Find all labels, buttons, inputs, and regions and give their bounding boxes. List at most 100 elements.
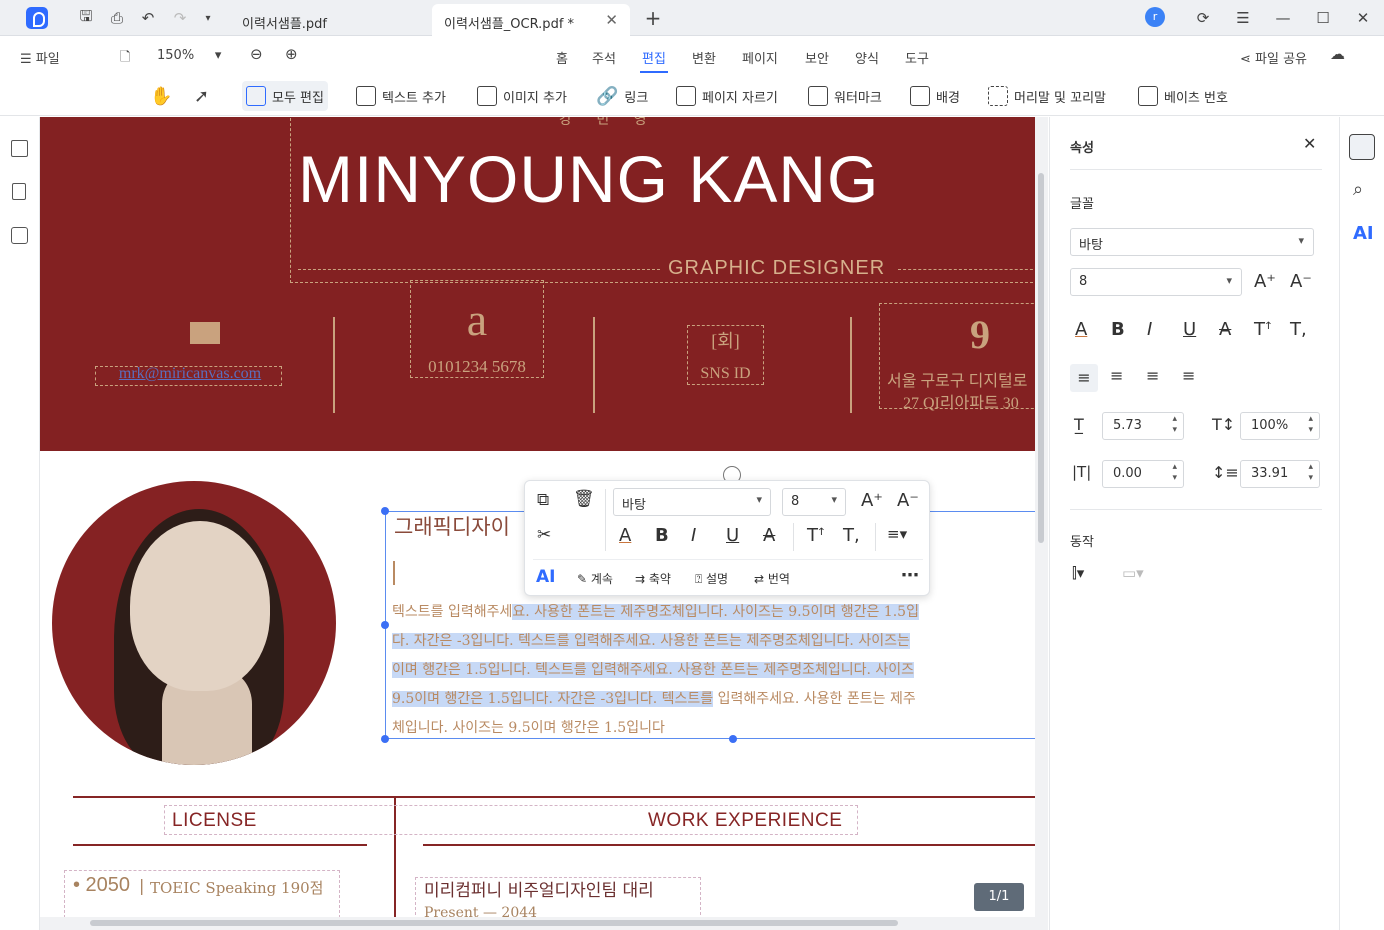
background-button[interactable]: 배경 xyxy=(906,81,964,111)
quick-access-dropdown-icon[interactable]: ▾ xyxy=(198,8,218,28)
redo-icon[interactable]: ↷ xyxy=(170,8,190,28)
menu-edit[interactable]: 편집 xyxy=(640,48,668,73)
italic-icon[interactable]: I xyxy=(691,525,696,546)
page-view-icon[interactable]: 🗋 xyxy=(120,48,130,70)
ai-translate-button[interactable]: ⇄ 번역 xyxy=(754,570,790,587)
copy-icon[interactable]: ⧉ xyxy=(537,490,549,510)
ai-continue-button[interactable]: ✎ 계속 xyxy=(577,570,613,587)
close-tab-icon[interactable]: ✕ xyxy=(605,11,618,29)
increase-font-icon[interactable]: A⁺ xyxy=(861,490,883,511)
search-icon[interactable]: ⌕ xyxy=(1353,179,1363,200)
menu-tools[interactable]: 도구 xyxy=(905,48,929,67)
bates-number-button[interactable]: 베이츠 번호 xyxy=(1134,81,1232,111)
panel-font-select[interactable]: 바탕 xyxy=(1070,228,1314,256)
phone-number[interactable]: 0101234 5678 xyxy=(410,357,544,377)
profile-photo[interactable] xyxy=(52,481,336,765)
decrease-font-icon[interactable]: A⁻ xyxy=(897,490,919,511)
bold-icon[interactable]: B xyxy=(655,525,669,546)
select-tool-icon[interactable]: ➚ xyxy=(190,81,213,111)
tab-document-1[interactable]: 이력서샘플.pdf xyxy=(230,4,426,36)
resume-role[interactable]: GRAPHIC DESIGNER xyxy=(668,257,885,280)
subscript-icon[interactable]: T, xyxy=(843,525,860,546)
text-color-icon[interactable]: A xyxy=(1075,319,1087,340)
share-file-button[interactable]: ⋖ 파일 공유 xyxy=(1240,48,1307,67)
undo-icon[interactable]: ↶ xyxy=(138,8,158,28)
maximize-icon[interactable]: ☐ xyxy=(1313,8,1333,28)
align-objects-icon[interactable]: ⫿▾ xyxy=(1072,564,1084,582)
subscript-icon[interactable]: T, xyxy=(1290,319,1307,340)
ai-icon[interactable]: AI xyxy=(536,567,555,587)
font-size-select[interactable]: 8 xyxy=(782,488,846,516)
align-right-icon[interactable]: ≡ xyxy=(1146,366,1159,385)
header-footer-button[interactable]: 머리말 및 꼬리말 xyxy=(984,81,1110,111)
zoom-in-icon[interactable]: ⊕ xyxy=(285,45,298,63)
close-window-icon[interactable]: ✕ xyxy=(1353,8,1373,28)
align-center-icon[interactable]: ≡ xyxy=(1110,366,1123,385)
close-panel-icon[interactable]: ✕ xyxy=(1303,134,1316,153)
panel-size-select[interactable]: 8 xyxy=(1070,268,1242,296)
address-line-1[interactable]: 서울 구로구 디지털로 xyxy=(887,367,1027,391)
license-item[interactable]: TOEIC Speaking 190점 xyxy=(150,877,323,898)
sync-icon[interactable]: ⟳ xyxy=(1193,8,1213,28)
ai-explain-button[interactable]: ⍰ 설명 xyxy=(695,570,728,587)
thumbnails-icon[interactable] xyxy=(11,140,28,157)
italic-icon[interactable]: I xyxy=(1147,319,1152,340)
superscript-icon[interactable]: Tꜛ xyxy=(807,525,825,546)
hand-tool-icon[interactable]: ✋ xyxy=(146,81,176,111)
text-color-icon[interactable]: A xyxy=(619,525,631,546)
license-title[interactable]: LICENSE xyxy=(172,810,257,832)
resize-handle[interactable] xyxy=(381,621,389,629)
line-height-icon[interactable]: T̲ xyxy=(1074,415,1084,434)
justify-icon[interactable]: ≡ xyxy=(1182,366,1195,385)
vertical-scrollbar[interactable] xyxy=(1038,173,1044,543)
menu-icon[interactable]: ☰ xyxy=(1233,8,1253,28)
edit-all-button[interactable]: 모두 편집 xyxy=(242,81,328,111)
menu-page[interactable]: 페이지 xyxy=(742,48,778,67)
properties-toggle-icon[interactable] xyxy=(1349,134,1375,160)
comments-icon[interactable] xyxy=(11,227,28,244)
increase-font-icon[interactable]: A⁺ xyxy=(1254,271,1276,292)
add-image-button[interactable]: 이미지 추가 xyxy=(473,81,571,111)
decrease-font-icon[interactable]: A⁻ xyxy=(1290,271,1312,292)
work-period[interactable]: Present — 2044 xyxy=(424,905,537,917)
resume-name[interactable]: MINYOUNG KANG xyxy=(298,141,879,217)
license-year[interactable]: • 2050 xyxy=(73,874,130,897)
minimize-icon[interactable]: — xyxy=(1273,8,1293,28)
scale-input[interactable]: 100% xyxy=(1240,412,1320,440)
scale-icon[interactable]: T↕ xyxy=(1212,415,1235,434)
section-heading[interactable]: 그래픽디자이 xyxy=(394,511,510,541)
file-menu[interactable]: ☰ 파일 xyxy=(20,48,60,67)
menu-security[interactable]: 보안 xyxy=(805,48,829,67)
delete-icon[interactable]: 🗑 xyxy=(573,489,595,509)
resize-handle[interactable] xyxy=(381,507,389,515)
add-text-button[interactable]: 텍스트 추가 xyxy=(352,81,450,111)
strikethrough-icon[interactable]: A xyxy=(1219,319,1231,340)
resize-handle[interactable] xyxy=(381,735,389,743)
char-spacing-input[interactable]: 0.00 xyxy=(1102,460,1184,488)
save-icon[interactable]: 🖫 xyxy=(76,7,96,28)
char-spacing-icon[interactable]: |T| xyxy=(1072,463,1091,481)
more-icon[interactable]: ⋯ xyxy=(901,565,919,586)
work-item[interactable]: 미리컴퍼니 비주얼디자인팀 대리 xyxy=(424,876,654,901)
ai-assistant-icon[interactable]: AI xyxy=(1353,223,1374,244)
underline-icon[interactable]: U xyxy=(1183,319,1196,340)
menu-home[interactable]: 홈 xyxy=(556,48,568,67)
zoom-out-icon[interactable]: ⊖ xyxy=(250,45,263,63)
menu-comment[interactable]: 주석 xyxy=(592,48,616,67)
cloud-upload-icon[interactable]: ☁ xyxy=(1330,45,1345,63)
align-left-icon[interactable]: ≡ xyxy=(1070,364,1098,392)
crop-page-button[interactable]: 페이지 자르기 xyxy=(672,81,782,111)
menu-convert[interactable]: 변환 xyxy=(692,48,716,67)
ai-summarize-button[interactable]: ⇉ 축약 xyxy=(635,570,671,587)
superscript-icon[interactable]: Tꜛ xyxy=(1254,319,1272,340)
work-title[interactable]: WORK EXPERIENCE xyxy=(648,810,842,832)
horizontal-scrollbar[interactable] xyxy=(90,920,898,926)
line-height-input[interactable]: 5.73 xyxy=(1102,412,1184,440)
print-icon[interactable]: ⎙ xyxy=(107,8,127,28)
zoom-select[interactable]: 150% ▾ xyxy=(157,48,221,63)
avatar[interactable]: r xyxy=(1145,7,1165,27)
link-button[interactable]: 🔗 링크 xyxy=(592,81,652,111)
sns-id[interactable]: SNS ID xyxy=(687,365,764,383)
new-tab-icon[interactable]: + xyxy=(643,6,663,30)
line-spacing-input[interactable]: 33.91 xyxy=(1240,460,1320,488)
